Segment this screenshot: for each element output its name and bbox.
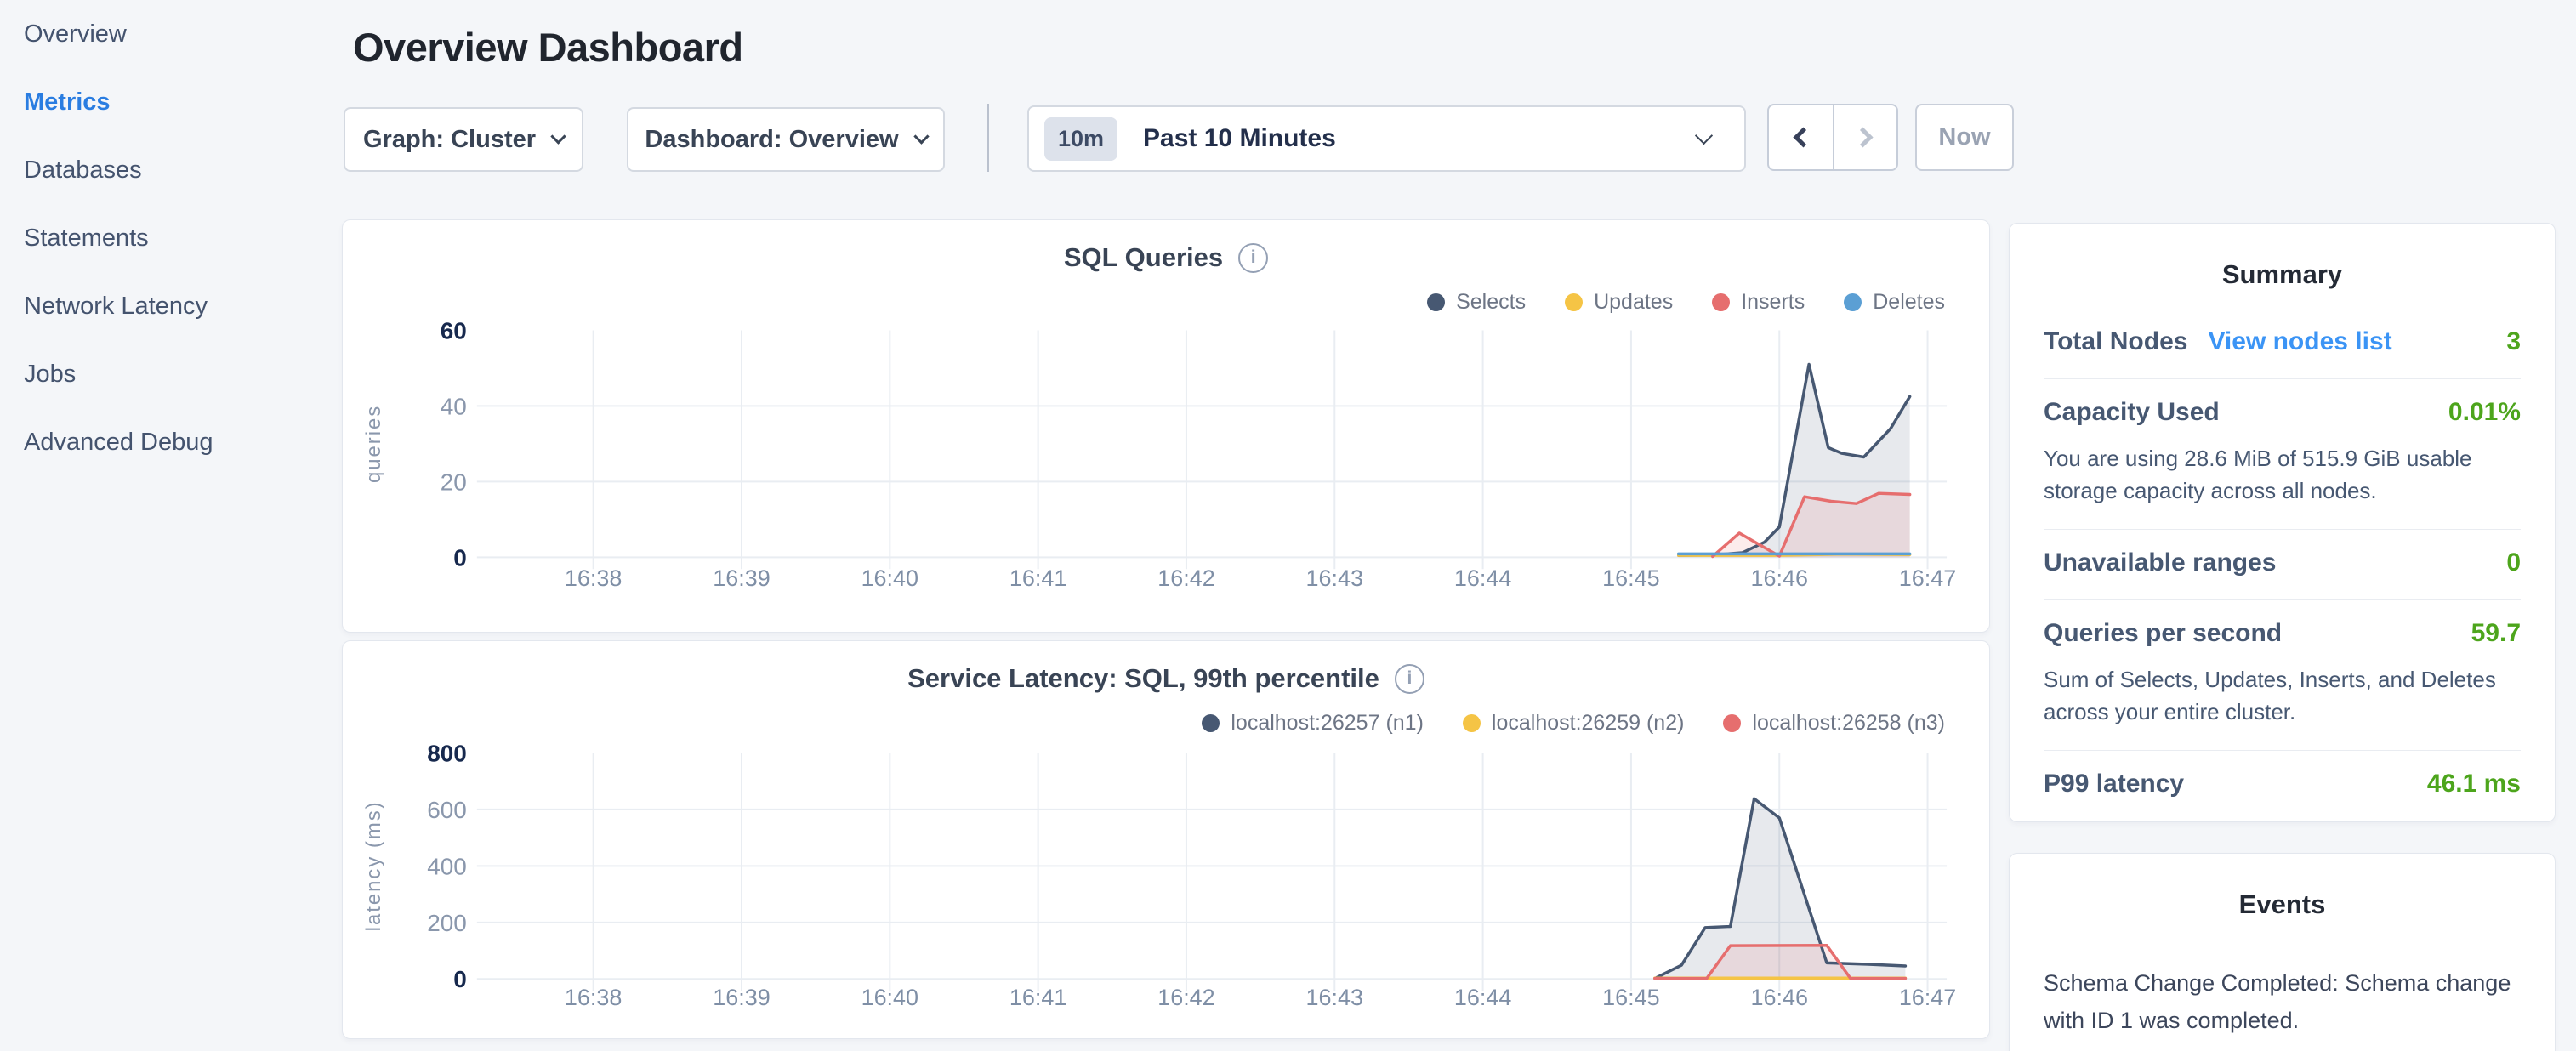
svg-text:16:39: 16:39 <box>713 985 770 1010</box>
svg-text:16:42: 16:42 <box>1157 565 1214 591</box>
sidebar-item-overview[interactable]: Overview <box>0 0 340 68</box>
event-item-text: Schema Change Completed: Schema change w… <box>2044 964 2521 1039</box>
svg-text:20: 20 <box>441 469 467 495</box>
svg-text:16:43: 16:43 <box>1306 565 1363 591</box>
svg-text:16:44: 16:44 <box>1454 565 1512 591</box>
svg-text:200: 200 <box>427 910 467 936</box>
summary-row-label: Queries per second <box>2044 619 2282 648</box>
event-item-timestamp: May 13, 2020 at 4:45 PM <box>2044 1048 2521 1051</box>
summary-panel: Summary Total Nodes View nodes list 3 Ca… <box>2009 223 2556 822</box>
view-nodes-list-link[interactable]: View nodes list <box>2208 327 2391 356</box>
sql-queries-chart: 16:38 16:39 16:40 16:41 16:42 16:43 16:44 16:45… <box>343 220 1989 632</box>
svg-text:0: 0 <box>453 544 467 571</box>
summary-row-total-nodes: Total Nodes View nodes list 3 <box>2044 309 2521 378</box>
chevron-left-icon <box>1793 127 1813 147</box>
time-step-back-button[interactable] <box>1769 105 1833 169</box>
page-title: Overview Dashboard <box>353 24 743 71</box>
service-latency-chart: 16:38 16:39 16:40 16:41 16:42 16:43 16:44 16:45… <box>343 641 1989 1038</box>
summary-row-p99-latency: P99 latency 46.1 ms <box>2044 751 2521 821</box>
svg-text:16:41: 16:41 <box>1009 565 1066 591</box>
sidebar-item-jobs[interactable]: Jobs <box>0 340 340 408</box>
time-range-dropdown[interactable]: 10m Past 10 Minutes <box>1027 105 1746 172</box>
svg-text:16:45: 16:45 <box>1602 565 1659 591</box>
summary-row-capacity-used: Capacity Used 0.01% You are using 28.6 M… <box>2044 379 2521 529</box>
svg-text:400: 400 <box>427 853 467 879</box>
summary-title: Summary <box>2044 249 2521 309</box>
svg-text:16:47: 16:47 <box>1899 985 1956 1010</box>
graph-scope-dropdown[interactable]: Graph: Cluster <box>344 107 583 172</box>
chevron-right-icon <box>1852 127 1873 147</box>
time-range-label: Past 10 Minutes <box>1143 124 1336 153</box>
sidebar-item-databases[interactable]: Databases <box>0 136 340 204</box>
chevron-down-icon <box>913 128 929 144</box>
svg-text:60: 60 <box>441 317 467 344</box>
svg-text:16:41: 16:41 <box>1009 985 1066 1010</box>
svg-text:800: 800 <box>427 740 467 766</box>
summary-row-unavailable-ranges: Unavailable ranges 0 <box>2044 530 2521 599</box>
summary-row-description: Sum of Selects, Updates, Inserts, and De… <box>2044 663 2521 728</box>
svg-text:16:42: 16:42 <box>1157 985 1214 1010</box>
summary-row-value: 59.7 <box>2471 619 2521 648</box>
events-title: Events <box>2044 879 2521 939</box>
svg-text:16:45: 16:45 <box>1602 985 1659 1010</box>
sidebar-item-network-latency[interactable]: Network Latency <box>0 272 340 340</box>
svg-text:16:46: 16:46 <box>1750 565 1807 591</box>
svg-text:0: 0 <box>453 966 467 992</box>
service-latency-card: Service Latency: SQL, 99th percentile i … <box>342 640 1990 1039</box>
controls-divider <box>987 104 989 172</box>
summary-row-label: Capacity Used <box>2044 398 2220 427</box>
svg-text:16:44: 16:44 <box>1454 985 1511 1010</box>
chevron-down-icon <box>1695 126 1713 144</box>
dashboard-dropdown-label: Dashboard: Overview <box>645 126 898 154</box>
time-step-buttons <box>1767 104 1898 171</box>
overview-dashboard-page: Overview Metrics Databases Statements Ne… <box>0 0 2576 1051</box>
svg-text:600: 600 <box>427 797 467 823</box>
dashboard-dropdown[interactable]: Dashboard: Overview <box>627 107 945 172</box>
summary-row-label: P99 latency <box>2044 770 2184 798</box>
sidebar: Overview Metrics Databases Statements Ne… <box>0 0 340 1051</box>
summary-row-queries-per-second: Queries per second 59.7 Sum of Selects, … <box>2044 600 2521 750</box>
svg-text:16:47: 16:47 <box>1899 565 1956 591</box>
events-panel: Events Schema Change Completed: Schema c… <box>2009 853 2556 1051</box>
svg-text:16:46: 16:46 <box>1751 985 1808 1010</box>
svg-text:latency (ms): latency (ms) <box>362 800 385 931</box>
svg-text:queries: queries <box>362 405 385 483</box>
time-step-forward-button[interactable] <box>1833 105 1896 169</box>
svg-text:16:38: 16:38 <box>565 985 622 1010</box>
chevron-down-icon <box>550 128 566 144</box>
summary-row-description: You are using 28.6 MiB of 515.9 GiB usab… <box>2044 442 2521 507</box>
svg-text:16:40: 16:40 <box>862 985 918 1010</box>
graph-scope-dropdown-label: Graph: Cluster <box>363 126 536 154</box>
sql-queries-card: SQL Queries i SelectsUpdatesInsertsDelet… <box>342 219 1990 633</box>
svg-text:16:40: 16:40 <box>862 565 918 591</box>
summary-row-value: 0.01% <box>2448 398 2521 427</box>
now-button[interactable]: Now <box>1915 104 2014 171</box>
svg-text:16:39: 16:39 <box>713 565 770 591</box>
sidebar-item-statements[interactable]: Statements <box>0 204 340 272</box>
time-range-badge: 10m <box>1044 117 1117 161</box>
svg-text:40: 40 <box>441 393 467 419</box>
svg-text:16:38: 16:38 <box>565 565 622 591</box>
sidebar-item-advanced-debug[interactable]: Advanced Debug <box>0 408 340 476</box>
summary-row-value: 3 <box>2506 327 2521 356</box>
summary-row-label: Unavailable ranges <box>2044 548 2276 577</box>
summary-row-label: Total Nodes <box>2044 327 2187 356</box>
summary-row-value: 46.1 ms <box>2427 770 2521 798</box>
svg-text:16:43: 16:43 <box>1306 985 1363 1010</box>
sidebar-item-metrics[interactable]: Metrics <box>0 68 340 136</box>
summary-row-value: 0 <box>2506 548 2521 577</box>
